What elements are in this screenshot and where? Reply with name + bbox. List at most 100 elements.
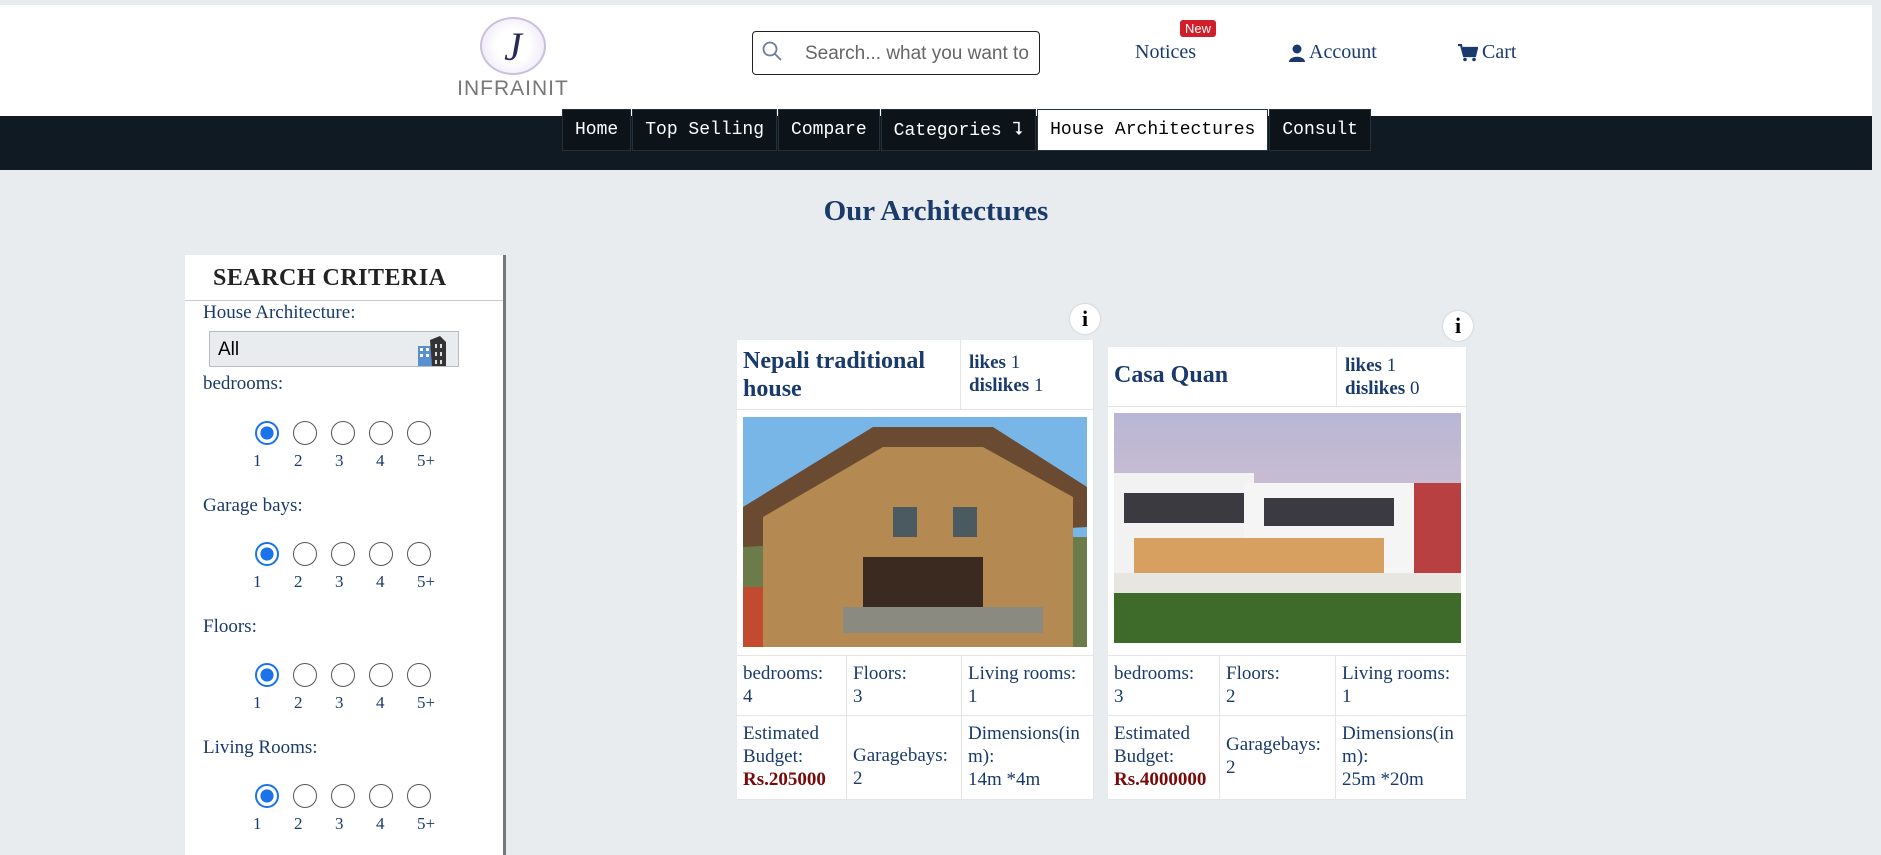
- architecture-label: House Architecture:: [203, 302, 356, 323]
- floors-radio-group: [255, 663, 431, 687]
- floors-cell: Floors: 2: [1220, 656, 1336, 716]
- floors-value: 2: [1226, 686, 1236, 707]
- architecture-select[interactable]: All: [209, 331, 459, 367]
- garage-value: 2: [853, 768, 863, 789]
- bedrooms-option-labels: 1 2 3 4 5+: [253, 451, 458, 471]
- nav-top-selling[interactable]: Top Selling: [633, 110, 777, 150]
- nav-compare[interactable]: Compare: [779, 110, 879, 150]
- bedrooms-radio-5plus[interactable]: [407, 421, 431, 445]
- living-option-labels: 1 2 3 4 5+: [253, 814, 458, 834]
- notices-link[interactable]: Notices: [1135, 41, 1196, 64]
- likes-label: likes: [1345, 355, 1382, 376]
- living-radio-3[interactable]: [331, 784, 355, 808]
- option-label: 3: [335, 572, 344, 591]
- new-badge: New: [1180, 20, 1217, 37]
- divider: [185, 300, 503, 301]
- floors-radio-2[interactable]: [293, 663, 317, 687]
- garage-radio-5plus[interactable]: [407, 542, 431, 566]
- dimensions-value: 14m *4m: [968, 769, 1041, 790]
- living-rooms-label: Living rooms:: [968, 663, 1077, 684]
- garage-label: Garagebays:: [853, 745, 948, 766]
- option-label: 4: [376, 693, 385, 712]
- living-rooms-label: Living Rooms:: [203, 737, 318, 758]
- budget-cell: Estimated Budget: Rs.4000000: [1108, 716, 1220, 800]
- dislikes-count: 1: [1033, 375, 1044, 396]
- option-label: 2: [294, 572, 303, 591]
- search-box[interactable]: [752, 31, 1040, 75]
- card-title[interactable]: Casa Quan: [1114, 362, 1228, 388]
- living-rooms-radio-group: [255, 784, 431, 808]
- card-title[interactable]: Nepali traditional house: [743, 348, 925, 402]
- floors-cell: Floors: 3: [847, 656, 962, 716]
- nav-consult[interactable]: Consult: [1270, 110, 1370, 150]
- dislikes-label: dislikes: [969, 375, 1030, 396]
- cart-link[interactable]: Cart: [1458, 41, 1516, 64]
- architecture-card[interactable]: Nepali traditional house likes 1 dislike…: [737, 340, 1094, 800]
- dimensions-cell: Dimensions(in m): 25m *20m: [1336, 716, 1467, 800]
- info-icon[interactable]: i: [1070, 304, 1100, 334]
- search-criteria-panel: SEARCH CRITERIA House Architecture: All …: [185, 255, 506, 855]
- floors-radio-4[interactable]: [369, 663, 393, 687]
- floors-radio-5plus[interactable]: [407, 663, 431, 687]
- cart-icon: [1458, 43, 1478, 61]
- dimensions-cell: Dimensions(in m): 14m *4m: [962, 716, 1094, 800]
- budget-label: Estimated Budget:: [743, 723, 819, 767]
- floors-option-labels: 1 2 3 4 5+: [253, 693, 458, 713]
- option-label: 3: [335, 451, 344, 470]
- bedrooms-radio-4[interactable]: [369, 421, 393, 445]
- floors-radio-3[interactable]: [331, 663, 355, 687]
- search-icon[interactable]: [761, 40, 783, 62]
- account-link[interactable]: Account: [1289, 41, 1377, 64]
- living-radio-4[interactable]: [369, 784, 393, 808]
- architecture-card[interactable]: Casa Quan likes 1 dislikes 0 bedrooms: 3: [1108, 347, 1467, 800]
- option-label: 2: [294, 693, 303, 712]
- bedrooms-radio-1[interactable]: [255, 421, 279, 445]
- info-icon[interactable]: i: [1443, 311, 1473, 341]
- option-label: 2: [294, 451, 303, 470]
- living-rooms-label: Living rooms:: [1342, 663, 1451, 684]
- option-label: 4: [376, 451, 385, 470]
- floors-label: Floors:: [853, 663, 907, 684]
- living-radio-5plus[interactable]: [407, 784, 431, 808]
- votes-cell: likes 1 dislikes 1: [961, 340, 1094, 410]
- search-input[interactable]: [803, 38, 1037, 70]
- user-icon: [1289, 44, 1305, 62]
- garage-bays-label: Garage bays:: [203, 495, 303, 516]
- panel-title: SEARCH CRITERIA: [213, 265, 447, 291]
- option-label: 3: [335, 693, 344, 712]
- nav-categories[interactable]: Categories ⮧: [881, 110, 1036, 150]
- garage-value: 2: [1226, 757, 1236, 778]
- nav-house-architectures[interactable]: House Architectures: [1038, 110, 1268, 150]
- account-label: Account: [1309, 41, 1377, 63]
- option-label: 3: [335, 814, 344, 833]
- logo[interactable]: J INFRAINIT: [455, 13, 571, 103]
- cart-label: Cart: [1482, 41, 1517, 63]
- garage-radio-4[interactable]: [369, 542, 393, 566]
- garage-radio-1[interactable]: [255, 542, 279, 566]
- option-label: 2: [294, 814, 303, 833]
- bedrooms-label: bedrooms:: [743, 663, 824, 684]
- dislikes-label: dislikes: [1345, 378, 1406, 399]
- option-label: 5+: [417, 451, 436, 470]
- card-title-cell: Nepali traditional house: [737, 340, 961, 410]
- bedrooms-radio-3[interactable]: [331, 421, 355, 445]
- house-photo[interactable]: [1114, 413, 1461, 643]
- nav-home[interactable]: Home: [563, 110, 631, 150]
- garage-option-labels: 1 2 3 4 5+: [253, 572, 458, 592]
- option-label: 5+: [417, 814, 436, 833]
- bedrooms-radio-2[interactable]: [293, 421, 317, 445]
- garage-radio-2[interactable]: [293, 542, 317, 566]
- option-label: 5+: [417, 693, 436, 712]
- site-header: J INFRAINIT Notices Account Cart: [0, 5, 1872, 116]
- house-photo[interactable]: [743, 417, 1087, 647]
- living-radio-2[interactable]: [293, 784, 317, 808]
- votes-cell: likes 1 dislikes 0: [1337, 347, 1467, 407]
- floors-radio-1[interactable]: [255, 663, 279, 687]
- floors-label: Floors:: [1226, 663, 1280, 684]
- garage-cell: Garagebays: 2: [1220, 716, 1336, 800]
- bedrooms-label: bedrooms:: [1114, 663, 1195, 684]
- dislikes-count: 0: [1409, 378, 1420, 399]
- living-radio-1[interactable]: [255, 784, 279, 808]
- garage-radio-3[interactable]: [331, 542, 355, 566]
- option-label: 4: [376, 572, 385, 591]
